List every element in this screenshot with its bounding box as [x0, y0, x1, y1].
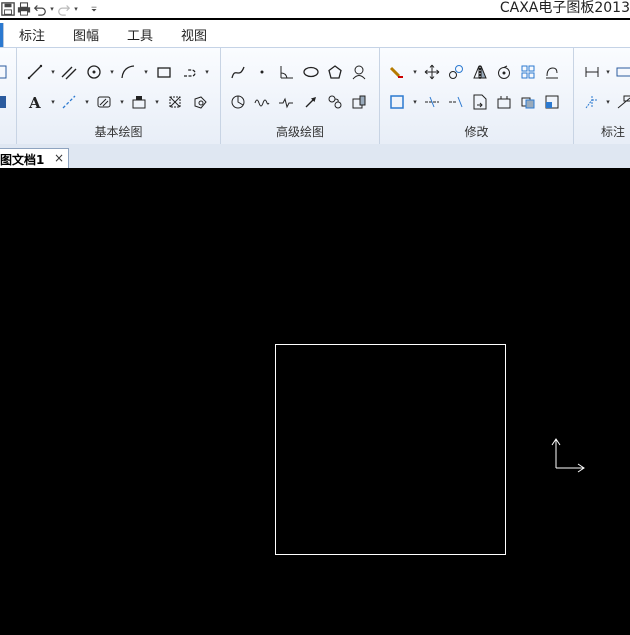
- document-tab[interactable]: 图文档1 ×: [0, 148, 69, 169]
- group-label-basic-draw: 基本绘图: [94, 125, 143, 139]
- hatch-icon[interactable]: [94, 92, 114, 112]
- parallel-line-icon[interactable]: [59, 62, 79, 82]
- dash-line-icon[interactable]: [59, 92, 79, 112]
- redo-icon[interactable]: [56, 1, 72, 17]
- ribbon-group-modify: ▾ ▾ 修改: [380, 48, 574, 144]
- offset-icon[interactable]: [542, 62, 562, 82]
- text-icon[interactable]: A: [25, 92, 45, 112]
- revision-cloud-icon[interactable]: [190, 92, 210, 112]
- hatch-dropdown-icon[interactable]: ▾: [118, 97, 126, 107]
- explode-icon[interactable]: [494, 92, 514, 112]
- chamfer-icon[interactable]: [542, 92, 562, 112]
- ribbon: ▾ ▾ ▾ ▾ A ▾ ▾ ▾ ▾ 基本绘图 高级绘图 ▾ ▾ 修改 ▾ ▾ 标…: [0, 47, 630, 145]
- print-icon[interactable]: [16, 1, 32, 17]
- dimension-icon[interactable]: [582, 62, 602, 82]
- select-box-icon[interactable]: [387, 92, 407, 112]
- scale-icon[interactable]: [518, 92, 538, 112]
- line-dropdown-icon[interactable]: ▾: [49, 67, 57, 77]
- group-label-advanced-draw: 高级绘图: [275, 125, 324, 139]
- document-tab-label: 图文档1: [0, 153, 45, 167]
- title-bar: ▾ ▾ CAXA电子图板2013: [0, 0, 630, 18]
- rectangle-icon[interactable]: [154, 62, 174, 82]
- stretch-icon[interactable]: [470, 92, 490, 112]
- menu-bar: 标注 图幅 工具 视图: [0, 20, 630, 47]
- delete-icon[interactable]: [387, 62, 407, 82]
- group-label-dimension: 标注: [601, 125, 626, 139]
- undo-icon[interactable]: [32, 1, 48, 17]
- select-dropdown-icon[interactable]: ▾: [411, 97, 419, 107]
- text-dimension-icon[interactable]: [614, 62, 630, 82]
- property-icon[interactable]: [0, 92, 10, 112]
- dash-line-dropdown-icon[interactable]: ▾: [83, 97, 91, 107]
- ellipse-icon[interactable]: [301, 62, 321, 82]
- ribbon-group-advanced-draw: 高级绘图: [221, 48, 380, 144]
- menu-sheet[interactable]: 图幅: [73, 25, 99, 44]
- leader-icon[interactable]: [614, 92, 630, 112]
- chain-icon[interactable]: [325, 92, 345, 112]
- mirror-icon[interactable]: [470, 62, 490, 82]
- ucs-axis-icon: [551, 438, 585, 473]
- dimension-dropdown-icon[interactable]: ▾: [604, 67, 612, 77]
- block-icon[interactable]: [129, 92, 149, 112]
- user-curve-icon[interactable]: [349, 62, 369, 82]
- polygon-icon[interactable]: [325, 62, 345, 82]
- spline-icon[interactable]: [228, 62, 248, 82]
- menu-tools[interactable]: 工具: [127, 25, 153, 44]
- quick-access-toolbar: ▾ ▾: [0, 0, 102, 18]
- document-tab-strip: 图文档1 ×: [0, 144, 630, 169]
- line-icon[interactable]: [25, 62, 45, 82]
- angle-line-icon[interactable]: [276, 62, 296, 82]
- point-icon[interactable]: [252, 62, 272, 82]
- menu-annotate[interactable]: 标注: [19, 25, 45, 44]
- circle-dropdown-icon[interactable]: ▾: [108, 67, 116, 77]
- drawn-rectangle[interactable]: [275, 344, 506, 555]
- boundary-icon[interactable]: [165, 92, 185, 112]
- drawing-canvas[interactable]: [0, 168, 630, 635]
- arc-dropdown-icon[interactable]: ▾: [142, 67, 150, 77]
- undo-dropdown-icon[interactable]: ▾: [48, 5, 56, 13]
- circle-icon[interactable]: [84, 62, 104, 82]
- arc-icon[interactable]: [118, 62, 138, 82]
- ribbon-group-basic-draw: ▾ ▾ ▾ ▾ A ▾ ▾ ▾ ▾ 基本绘图: [17, 48, 221, 144]
- arrow-icon[interactable]: [301, 92, 321, 112]
- coordinate-dropdown-icon[interactable]: ▾: [604, 97, 612, 107]
- array-icon[interactable]: [518, 62, 538, 82]
- move-icon[interactable]: [422, 62, 442, 82]
- save-icon[interactable]: [0, 1, 16, 17]
- delete-dropdown-icon[interactable]: ▾: [411, 67, 419, 77]
- coordinate-dimension-icon[interactable]: [582, 92, 602, 112]
- layer-icon[interactable]: [0, 62, 10, 82]
- copy-icon[interactable]: [446, 62, 466, 82]
- text-dropdown-icon[interactable]: ▾: [49, 97, 57, 107]
- close-icon[interactable]: ×: [54, 151, 64, 165]
- ribbon-group-dimension: ▾ ▾ 标注: [574, 48, 630, 144]
- ribbon-group-partial-left: [0, 48, 17, 144]
- break-line-icon[interactable]: [276, 92, 296, 112]
- centerline-icon[interactable]: [179, 62, 199, 82]
- centerline-dropdown-icon[interactable]: ▾: [203, 67, 211, 77]
- spiral-icon[interactable]: [228, 92, 248, 112]
- extend-icon[interactable]: [446, 92, 466, 112]
- menu-view[interactable]: 视图: [181, 25, 207, 44]
- customize-icon[interactable]: [86, 1, 102, 17]
- table-insert-icon[interactable]: [349, 92, 369, 112]
- menu-divider: [3, 23, 4, 47]
- svg-text:A: A: [28, 94, 41, 112]
- group-label-modify: 修改: [464, 125, 489, 139]
- redo-dropdown-icon[interactable]: ▾: [72, 5, 80, 13]
- wave-line-icon[interactable]: [252, 92, 272, 112]
- app-title: CAXA电子图板2013: [499, 0, 630, 16]
- block-dropdown-icon[interactable]: ▾: [153, 97, 161, 107]
- trim-icon[interactable]: [422, 92, 442, 112]
- rotate-icon[interactable]: [494, 62, 514, 82]
